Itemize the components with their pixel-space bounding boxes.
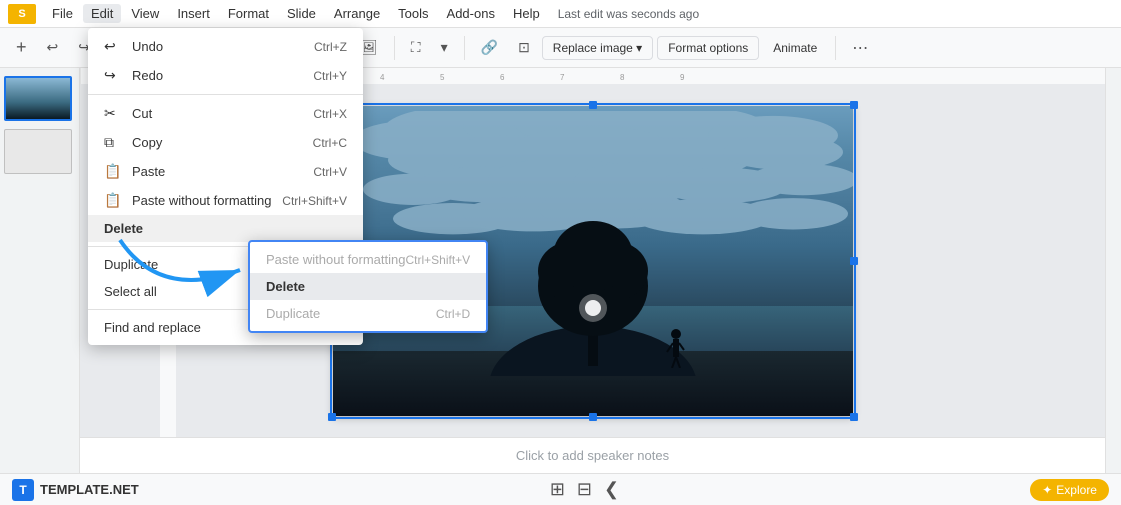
bottom-view-buttons: ⊞ ⊟ ❮ [550, 479, 619, 500]
copy-label: Copy [132, 135, 162, 150]
replace-image-button[interactable]: Replace image ▾ [542, 36, 653, 60]
animate-button[interactable]: Animate [763, 37, 827, 59]
select-all-label: Select all [104, 284, 157, 299]
popup-item-duplicate[interactable]: Duplicate Ctrl+D [250, 300, 486, 327]
last-edit-text: Last edit was seconds ago [558, 7, 699, 21]
menu-item-edit[interactable]: Edit [83, 4, 121, 23]
logo-text: TEMPLATE.NET [40, 482, 139, 497]
slide-thumb-2[interactable]: 2 [4, 129, 75, 174]
scroll-area[interactable] [1105, 68, 1121, 473]
menu-item-delete[interactable]: Delete [88, 215, 363, 242]
speaker-notes[interactable]: Click to add speaker notes [80, 437, 1105, 473]
bottom-bar: T TEMPLATE.NET ⊞ ⊟ ❮ ✦ Explore [0, 473, 1121, 505]
svg-text:4: 4 [380, 73, 385, 82]
menu-item-format[interactable]: Format [220, 4, 277, 23]
popup-duplicate-shortcut: Ctrl+D [436, 307, 470, 321]
svg-text:5: 5 [440, 73, 445, 82]
explore-button-area[interactable]: ✦ Explore [1030, 479, 1109, 501]
logo-t-letter: T [19, 483, 26, 497]
explore-icon: ✦ [1042, 483, 1052, 497]
popup-duplicate-label: Duplicate [266, 306, 320, 321]
menu-item-slide[interactable]: Slide [279, 4, 324, 23]
panel-toggle-button[interactable]: ❮ [604, 479, 619, 500]
tree-svg [523, 216, 663, 366]
menu-item-addons[interactable]: Add-ons [439, 4, 503, 23]
paste-label: Paste [132, 164, 165, 179]
svg-text:7: 7 [560, 73, 565, 82]
paste-icon: 📋 [104, 163, 124, 180]
slide-image-1 [4, 76, 72, 121]
toolbar-divider-4 [464, 36, 465, 60]
logo-area: T TEMPLATE.NET [12, 479, 139, 501]
copy-shortcut: Ctrl+C [313, 136, 347, 150]
menu-item-tools[interactable]: Tools [390, 4, 436, 23]
menu-item-insert[interactable]: Insert [169, 4, 218, 23]
popup-item-paste-noformat[interactable]: Paste without formatting Ctrl+Shift+V [250, 246, 486, 273]
figure-svg [666, 328, 686, 368]
find-replace-label: Find and replace [104, 320, 201, 335]
paste-noformat-icon: 📋 [104, 192, 124, 209]
app-logo: S [8, 4, 36, 24]
alt-text-button[interactable]: ⊡ [510, 35, 538, 60]
popup-delete-label: Delete [266, 279, 305, 294]
delete-label: Delete [104, 221, 143, 236]
paste-noformat-label: Paste without formatting [132, 193, 271, 208]
logo-icon: T [12, 479, 34, 501]
redo-icon: ↪ [104, 67, 124, 84]
menu-item-view[interactable]: View [123, 4, 167, 23]
undo-label: Undo [132, 39, 163, 54]
crop-button[interactable]: ⛶ [403, 35, 429, 60]
explore-label: Explore [1056, 483, 1097, 497]
duplicate-label: Duplicate [104, 257, 158, 272]
copy-icon: ⧉ [104, 134, 124, 151]
menu-item-copy[interactable]: ⧉ Copy Ctrl+C [88, 128, 363, 157]
redo-shortcut: Ctrl+Y [313, 69, 347, 83]
menu-item-paste[interactable]: 📋 Paste Ctrl+V [88, 157, 363, 186]
svg-text:9: 9 [680, 73, 685, 82]
cut-shortcut: Ctrl+X [313, 107, 347, 121]
undo-toolbar-button[interactable]: ↩ [39, 35, 67, 60]
menu-item-redo[interactable]: ↪ Redo Ctrl+Y [88, 61, 363, 90]
slide-image-2 [4, 129, 72, 174]
slide-thumb-1[interactable]: 1 [4, 76, 75, 121]
grid-view-button[interactable]: ⊞ [550, 479, 565, 500]
menu-separator-1 [88, 94, 363, 95]
format-options-button[interactable]: Format options [657, 36, 759, 60]
slide-panel: 1 2 [0, 68, 80, 473]
menu-item-arrange[interactable]: Arrange [326, 4, 388, 23]
paste-shortcut: Ctrl+V [313, 165, 347, 179]
toolbar-divider-5 [835, 36, 836, 60]
paste-noformat-shortcut: Ctrl+Shift+V [282, 194, 347, 208]
menu-bar: S File Edit View Insert Format Slide Arr… [0, 0, 1121, 28]
add-button[interactable]: + [8, 33, 35, 62]
popup-menu: Paste without formatting Ctrl+Shift+V De… [248, 240, 488, 333]
undo-icon: ↩ [104, 38, 124, 55]
menu-item-undo[interactable]: ↩ Undo Ctrl+Z [88, 32, 363, 61]
undo-shortcut: Ctrl+Z [314, 40, 347, 54]
mask-button[interactable]: ▾ [433, 35, 456, 60]
explore-button[interactable]: ✦ Explore [1030, 479, 1109, 501]
menu-item-paste-no-format[interactable]: 📋 Paste without formatting Ctrl+Shift+V [88, 186, 363, 215]
more-options-button[interactable]: ⋯ [844, 34, 876, 62]
menu-item-cut[interactable]: ✂ Cut Ctrl+X [88, 99, 363, 128]
popup-paste-noformat-label: Paste without formatting [266, 252, 405, 267]
popup-paste-noformat-shortcut: Ctrl+Shift+V [405, 253, 470, 267]
svg-text:6: 6 [500, 73, 505, 82]
svg-text:8: 8 [620, 73, 625, 82]
menu-item-help[interactable]: Help [505, 4, 548, 23]
popup-item-delete[interactable]: Delete [250, 273, 486, 300]
list-view-button[interactable]: ⊟ [577, 479, 592, 500]
cut-icon: ✂ [104, 105, 124, 122]
cut-label: Cut [132, 106, 152, 121]
toolbar-divider-3 [394, 36, 395, 60]
link-button[interactable]: 🔗 [473, 35, 506, 60]
redo-label: Redo [132, 68, 163, 83]
menu-item-file[interactable]: File [44, 4, 81, 23]
